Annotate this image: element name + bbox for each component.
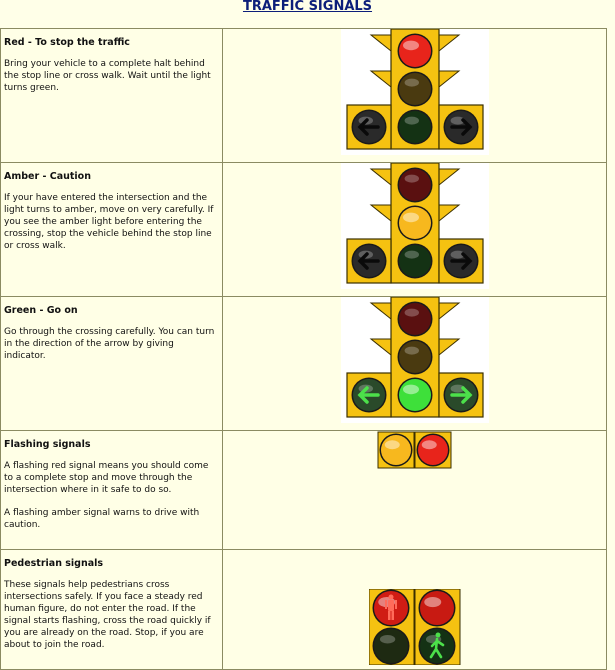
row-description: A flashing amber signal warns to drive w… <box>4 508 200 530</box>
text-cell: Amber - Caution If your have entered the… <box>0 162 223 297</box>
red-lamp <box>397 33 432 69</box>
image-cell <box>222 549 607 670</box>
row-title: Green - Go on <box>4 305 78 316</box>
text-cell: Flashing signals A flashing red signal m… <box>0 430 223 550</box>
traffic-light-green-icon <box>340 296 489 423</box>
row-description: Go through the crossing carefully. You c… <box>4 327 215 361</box>
page-title: TRAFFIC SIGNALS <box>242 0 373 14</box>
amber-lamp <box>397 339 432 375</box>
table-row: Pedestrian signals These signals help pe… <box>0 549 607 670</box>
traffic-light-amber-icon <box>340 162 489 289</box>
table-row: Green - Go on Go through the crossing ca… <box>0 296 607 431</box>
red-lamp <box>416 433 449 467</box>
amber-lamp <box>397 205 432 241</box>
image-cell <box>222 28 607 163</box>
row-title: Pedestrian signals <box>4 558 104 569</box>
amber-lamp <box>379 433 412 467</box>
row-description: Bring your vehicle to a complete halt be… <box>4 59 211 93</box>
row-description: A flashing red signal means you should c… <box>4 461 209 495</box>
image-cell <box>222 296 607 431</box>
row-title: Red - To stop the traffic <box>4 37 130 48</box>
traffic-light-red-icon <box>340 28 489 155</box>
red-lamp <box>418 589 455 627</box>
text-cell: Green - Go on Go through the crossing ca… <box>0 296 223 431</box>
row-title: Amber - Caution <box>4 171 91 182</box>
text-cell: Pedestrian signals These signals help pe… <box>0 549 223 670</box>
pedestrian-signal-icon <box>368 588 461 669</box>
row-description: These signals help pedestrians cross int… <box>4 580 211 650</box>
row-title: Flashing signals <box>4 439 91 450</box>
traffic-signals-table: Red - To stop the traffic Bring your veh… <box>0 28 607 670</box>
table-row: Amber - Caution If your have entered the… <box>0 162 607 297</box>
green-lamp <box>397 377 432 413</box>
image-cell <box>222 430 607 550</box>
green-lamp <box>397 109 432 145</box>
amber-lamp <box>397 71 432 107</box>
row-description: If your have entered the intersection an… <box>4 193 214 251</box>
image-cell <box>222 162 607 297</box>
table-row: Red - To stop the traffic Bring your veh… <box>0 28 607 163</box>
green-lamp <box>397 243 432 279</box>
text-cell: Red - To stop the traffic Bring your veh… <box>0 28 223 163</box>
table-row: Flashing signals A flashing red signal m… <box>0 430 607 550</box>
red-lamp <box>397 301 432 337</box>
red-lamp <box>397 167 432 203</box>
flashing-signal-icon <box>377 431 453 473</box>
green-lamp <box>372 627 409 665</box>
